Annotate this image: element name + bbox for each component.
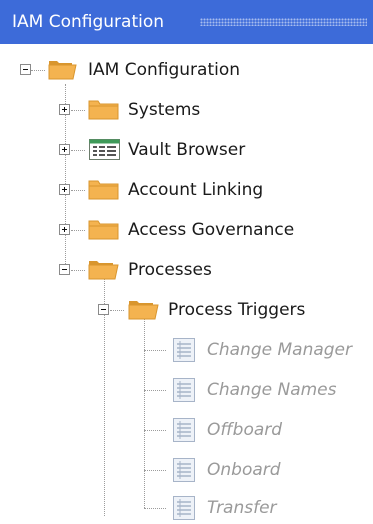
tree-node-label: IAM Configuration <box>88 60 241 80</box>
tree-line <box>144 470 166 471</box>
tree-line <box>144 508 166 509</box>
expand-toggle[interactable] <box>59 184 70 195</box>
panel-title: IAM Configuration <box>12 12 165 32</box>
expand-toggle[interactable] <box>59 104 70 115</box>
tree-line <box>144 430 166 431</box>
tree-node-label: Access Governance <box>128 220 295 240</box>
tree-node-label: Account Linking <box>128 180 264 200</box>
tree-node-label: Transfer <box>207 498 277 518</box>
expand-toggle[interactable] <box>59 144 70 155</box>
tree-line <box>144 316 145 508</box>
tree-line <box>71 150 85 151</box>
collapse-toggle[interactable] <box>20 64 31 75</box>
tree-line <box>71 230 85 231</box>
document-icon <box>173 458 195 482</box>
tree-node-label: Onboard <box>207 460 281 480</box>
panel-titlebar[interactable]: IAM Configuration <box>0 0 373 44</box>
document-icon <box>173 378 195 402</box>
document-icon <box>173 338 195 362</box>
folder-icon <box>88 180 119 200</box>
tree-node-label: Change Manager <box>207 340 353 360</box>
tree-node-label: Vault Browser <box>128 140 246 160</box>
document-icon <box>173 418 195 442</box>
tree-node-label: Change Names <box>207 380 337 400</box>
expand-toggle[interactable] <box>59 224 70 235</box>
folder-icon <box>88 100 119 120</box>
tree-node-label: Process Triggers <box>168 300 306 320</box>
tree-line <box>144 350 166 351</box>
tree-line <box>110 310 124 311</box>
tree-node-label: Systems <box>128 100 201 120</box>
tree-view: IAM Configuration Systems Vault Browser <box>0 44 373 524</box>
tree-node-label: Processes <box>128 260 212 280</box>
tree-line <box>31 70 45 71</box>
folder-open-icon <box>88 261 119 280</box>
tree-line <box>71 270 85 271</box>
tree-node-label: Offboard <box>207 420 283 440</box>
vault-browser-icon <box>89 139 120 160</box>
tree-line <box>144 390 166 391</box>
titlebar-grip <box>200 18 367 26</box>
folder-open-icon <box>128 301 159 320</box>
collapse-toggle[interactable] <box>59 264 70 275</box>
folder-icon <box>88 220 119 240</box>
collapse-toggle[interactable] <box>98 304 109 315</box>
tree-line <box>71 110 85 111</box>
document-icon <box>173 496 195 520</box>
folder-open-icon <box>48 61 77 80</box>
tree-line <box>71 190 85 191</box>
